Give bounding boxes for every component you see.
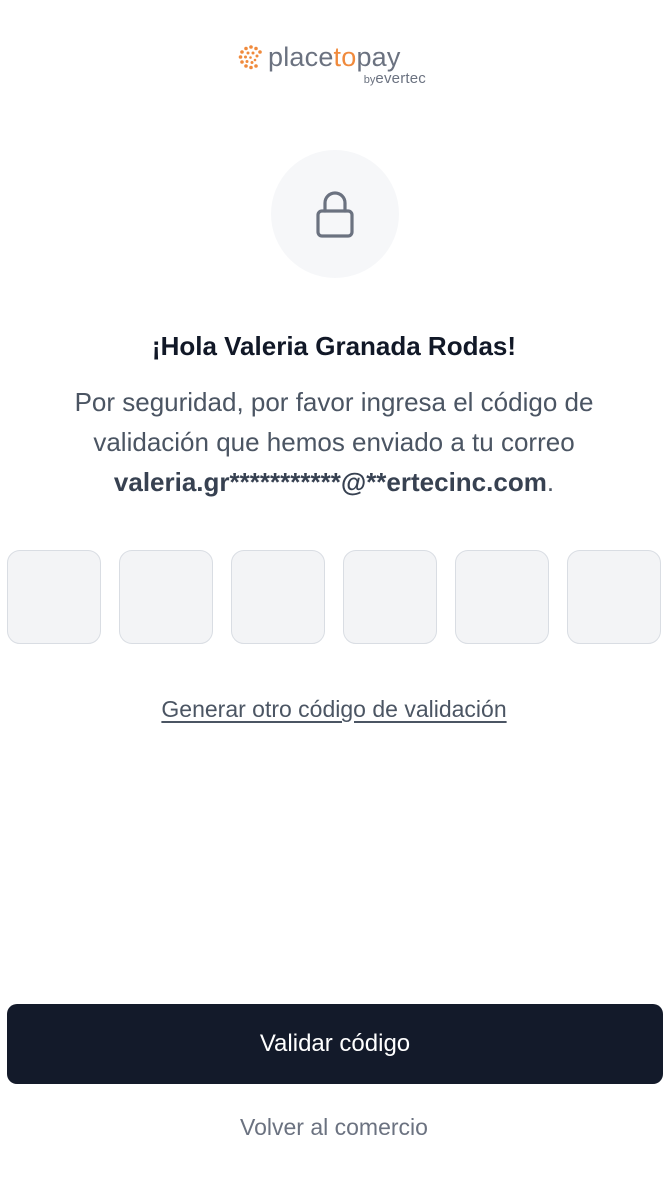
back-to-merchant-link[interactable]: Volver al comercio xyxy=(240,1114,428,1140)
code-input-1[interactable] xyxy=(7,550,101,644)
lock-badge xyxy=(271,150,399,278)
back-to-merchant-row: Volver al comercio xyxy=(0,1110,668,1144)
code-input-5[interactable] xyxy=(455,550,549,644)
regenerate-code-link[interactable]: Generar otro código de validación xyxy=(161,696,506,722)
masked-email: valeria.gr***********@**ertecinc.com xyxy=(113,467,547,497)
validate-code-button[interactable]: Validar código xyxy=(7,1004,663,1084)
code-input-4[interactable] xyxy=(343,550,437,644)
instruction-text: Por seguridad, por favor ingresa el códi… xyxy=(20,382,648,502)
lock-icon xyxy=(316,191,354,238)
regenerate-code-row: Generar otro código de validación xyxy=(0,692,668,726)
greeting-title: ¡Hola Valeria Granada Rodas! xyxy=(151,331,517,361)
logo-byline: byevertec xyxy=(363,70,426,87)
instruction-period: . xyxy=(546,467,555,497)
code-input-3[interactable] xyxy=(231,550,325,644)
code-input-group xyxy=(7,550,663,646)
code-input-2[interactable] xyxy=(119,550,213,644)
logo-wordmark: placetopay xyxy=(268,42,401,72)
brand-logo: placetopay byevertec xyxy=(0,40,668,92)
code-input-6[interactable] xyxy=(567,550,661,644)
placetopay-logo-icon xyxy=(238,45,262,70)
instruction-body: Por seguridad, por favor ingresa el códi… xyxy=(74,387,594,457)
